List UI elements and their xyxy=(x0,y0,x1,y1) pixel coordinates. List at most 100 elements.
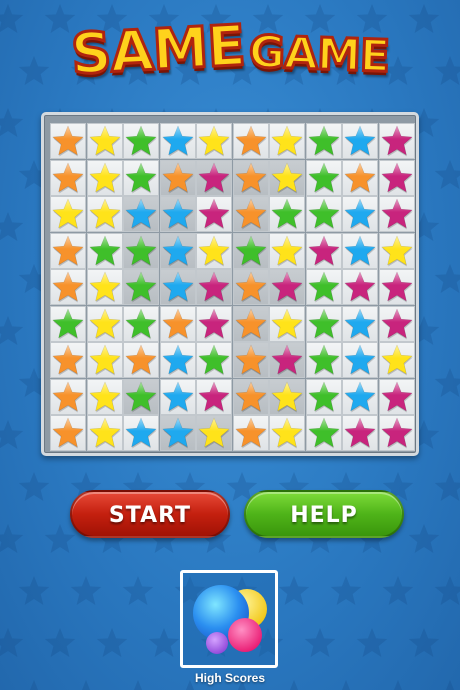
board-cell[interactable] xyxy=(123,415,159,451)
board-cell[interactable] xyxy=(159,159,196,196)
board-cell[interactable] xyxy=(50,378,86,415)
yellow-star-icon xyxy=(271,125,303,157)
board-cell[interactable] xyxy=(196,415,232,451)
board-cell[interactable] xyxy=(305,378,342,415)
board-cell[interactable] xyxy=(342,123,378,159)
board-cell[interactable] xyxy=(269,269,305,305)
board-cell[interactable] xyxy=(305,415,342,451)
board-cell[interactable] xyxy=(342,415,378,451)
board-cell[interactable] xyxy=(342,232,378,269)
board-cell[interactable] xyxy=(269,415,305,451)
board-cell[interactable] xyxy=(196,269,232,305)
board-cell[interactable] xyxy=(305,269,342,305)
high-scores-button[interactable] xyxy=(180,570,278,668)
board-cell[interactable] xyxy=(342,196,378,232)
board-cell[interactable] xyxy=(86,196,123,232)
board-cell[interactable] xyxy=(342,305,378,342)
board-cell[interactable] xyxy=(86,269,123,305)
board-cell[interactable] xyxy=(269,342,305,378)
board-cell[interactable] xyxy=(159,196,196,232)
board-cell[interactable] xyxy=(86,378,123,415)
board-cell[interactable] xyxy=(232,232,269,269)
board-cell[interactable] xyxy=(305,159,342,196)
board-cell[interactable] xyxy=(196,305,232,342)
board-cell[interactable] xyxy=(342,378,378,415)
magenta-star-icon xyxy=(380,381,413,412)
board-cell[interactable] xyxy=(378,378,415,415)
board-cell[interactable] xyxy=(196,196,232,232)
board-cell[interactable] xyxy=(232,305,269,342)
board-cell[interactable] xyxy=(232,342,269,378)
board-cell[interactable] xyxy=(86,123,123,159)
board-cell[interactable] xyxy=(269,196,305,232)
board-cell[interactable] xyxy=(378,232,415,269)
board-cell[interactable] xyxy=(378,305,415,342)
board-cell[interactable] xyxy=(305,196,342,232)
board-cell[interactable] xyxy=(123,378,159,415)
board-cell[interactable] xyxy=(269,232,305,269)
start-button[interactable]: START xyxy=(70,490,230,538)
orange-star-icon xyxy=(344,162,376,193)
board-cell[interactable] xyxy=(196,378,232,415)
board-cell[interactable] xyxy=(159,305,196,342)
blue-star-icon xyxy=(161,198,194,230)
board-cell[interactable] xyxy=(269,159,305,196)
board-cell[interactable] xyxy=(159,415,196,451)
board-cell[interactable] xyxy=(50,123,86,159)
board-cell[interactable] xyxy=(378,159,415,196)
board-cell[interactable] xyxy=(269,305,305,342)
orange-star-icon xyxy=(234,381,267,412)
board-cell[interactable] xyxy=(50,305,86,342)
board-cell[interactable] xyxy=(86,415,123,451)
board-cell[interactable] xyxy=(269,378,305,415)
board-cell[interactable] xyxy=(123,123,159,159)
board-cell[interactable] xyxy=(159,232,196,269)
board-cell[interactable] xyxy=(159,269,196,305)
board-cell[interactable] xyxy=(196,123,232,159)
board-cell[interactable] xyxy=(123,232,159,269)
board-cell[interactable] xyxy=(86,232,123,269)
board-cell[interactable] xyxy=(378,342,415,378)
board-cell[interactable] xyxy=(378,415,415,451)
board-cell[interactable] xyxy=(50,269,86,305)
board-cell[interactable] xyxy=(305,342,342,378)
board-cell[interactable] xyxy=(86,342,123,378)
board-cell[interactable] xyxy=(342,159,378,196)
board-cell[interactable] xyxy=(378,196,415,232)
board-cell[interactable] xyxy=(378,123,415,159)
board-cell[interactable] xyxy=(159,342,196,378)
board-cell[interactable] xyxy=(50,415,86,451)
help-button[interactable]: HELP xyxy=(244,490,404,538)
board-cell[interactable] xyxy=(123,305,159,342)
board-cell[interactable] xyxy=(50,232,86,269)
board-cell[interactable] xyxy=(232,269,269,305)
board-cell[interactable] xyxy=(342,269,378,305)
board-cell[interactable] xyxy=(196,232,232,269)
board-cell[interactable] xyxy=(123,269,159,305)
board-cell[interactable] xyxy=(123,342,159,378)
board-cell[interactable] xyxy=(123,159,159,196)
board-cell[interactable] xyxy=(269,123,305,159)
board-cell[interactable] xyxy=(50,159,86,196)
board-cell[interactable] xyxy=(159,123,196,159)
board-cell[interactable] xyxy=(305,305,342,342)
board-cell[interactable] xyxy=(232,159,269,196)
board-cell[interactable] xyxy=(123,196,159,232)
background-star-icon xyxy=(278,576,310,605)
board-cell[interactable] xyxy=(232,196,269,232)
board-cell[interactable] xyxy=(50,342,86,378)
board-cell[interactable] xyxy=(305,232,342,269)
board-cell[interactable] xyxy=(232,378,269,415)
board-cell[interactable] xyxy=(159,378,196,415)
board-cell[interactable] xyxy=(232,123,269,159)
board-cell[interactable] xyxy=(378,269,415,305)
board-cell[interactable] xyxy=(50,196,86,232)
board-cell[interactable] xyxy=(305,123,342,159)
board-cell[interactable] xyxy=(86,159,123,196)
board-cell[interactable] xyxy=(342,342,378,378)
board-cell[interactable] xyxy=(232,415,269,451)
board-cell[interactable] xyxy=(196,159,232,196)
orange-star-icon xyxy=(52,235,84,266)
board-cell[interactable] xyxy=(196,342,232,378)
board-cell[interactable] xyxy=(86,305,123,342)
